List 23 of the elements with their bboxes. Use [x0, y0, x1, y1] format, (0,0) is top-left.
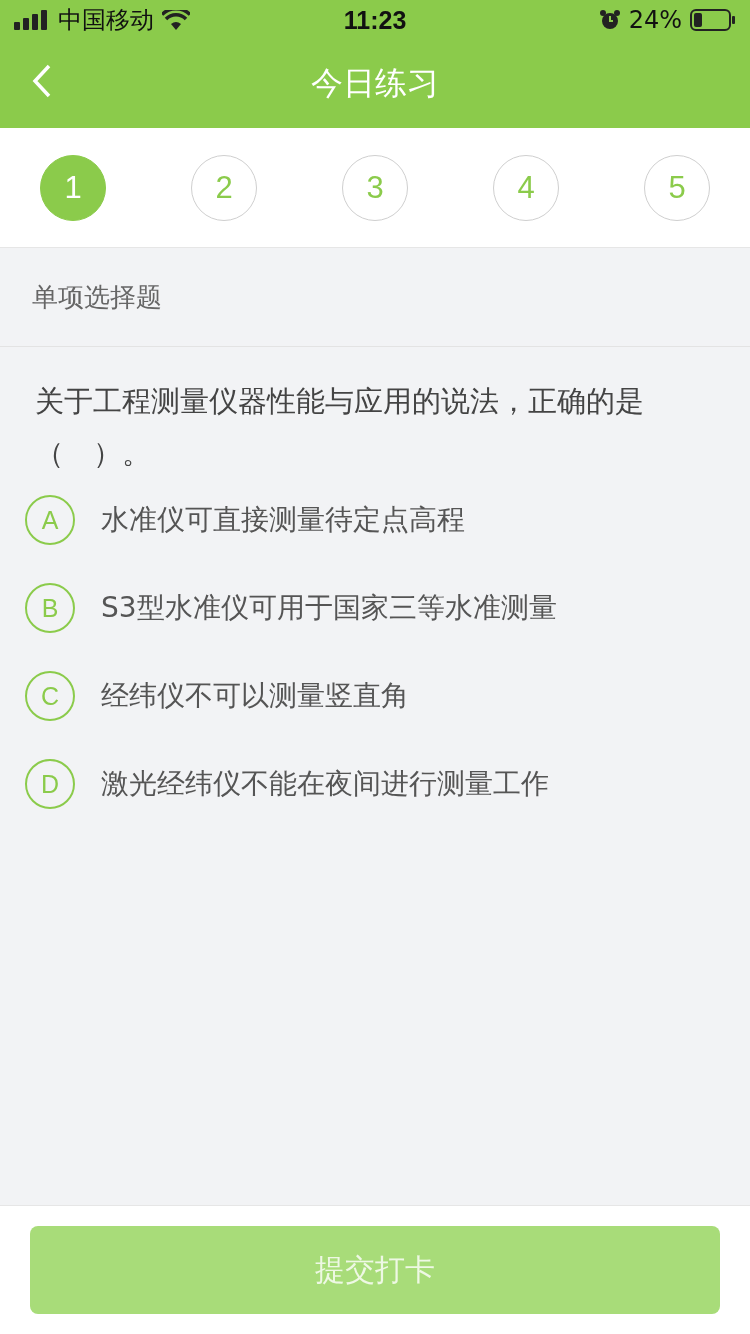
option-letter[interactable]: D: [25, 759, 75, 809]
question-number-tab[interactable]: 4: [493, 154, 559, 221]
battery-percent: 24%: [628, 6, 682, 34]
wifi-icon: [162, 10, 190, 30]
question-number-tab[interactable]: 1: [40, 154, 106, 221]
option-letter[interactable]: B: [25, 583, 75, 633]
option-text[interactable]: S3型水准仪可用于国家三等水准测量: [101, 589, 557, 627]
battery-icon: [690, 9, 736, 31]
question-number-tab[interactable]: 5: [644, 154, 710, 221]
carrier-name: 中国移动: [58, 5, 154, 36]
question-number-tab[interactable]: 3: [342, 154, 408, 221]
option-text[interactable]: 激光经纬仪不能在夜间进行测量工作: [101, 765, 549, 803]
question-type-label: 单项选择题: [32, 280, 162, 314]
question-number-tab[interactable]: 2: [191, 154, 257, 221]
option-letter[interactable]: A: [25, 495, 75, 545]
option-letter[interactable]: C: [25, 671, 75, 721]
option-text[interactable]: 水准仪可直接测量待定点高程: [101, 501, 465, 539]
option-text[interactable]: 经纬仪不可以测量竖直角: [101, 677, 409, 715]
signal-icon: [14, 10, 50, 30]
page-title: 今日练习: [311, 63, 439, 104]
question-text: 关于工程测量仪器性能与应用的说法，正确的是（ ）。: [35, 383, 645, 472]
clock-time: 11:23: [343, 5, 407, 35]
alarm-icon: [598, 9, 621, 31]
